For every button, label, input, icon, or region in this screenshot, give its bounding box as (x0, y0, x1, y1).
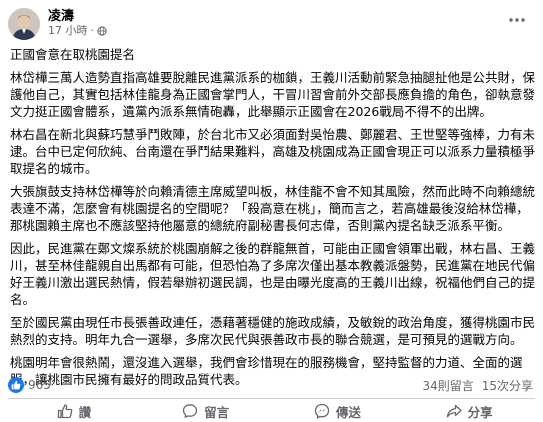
avatar[interactable] (8, 8, 40, 40)
share-count[interactable]: 15次分享 (482, 377, 533, 394)
comment-icon (182, 404, 198, 418)
post-header: 凌濤 17 小時 · (8, 0, 535, 45)
actions-divider (8, 398, 535, 399)
separator-dot: · (90, 24, 95, 38)
comment-count[interactable]: 34則留言 (422, 377, 473, 394)
reaction-stats: 965 34則留言 15次分享 (8, 375, 533, 395)
author-name[interactable]: 凌濤 (48, 9, 107, 25)
send-label: 傳送 (335, 404, 361, 420)
globe-icon (97, 26, 107, 37)
engagement-counts: 34則留言 15次分享 (422, 377, 533, 394)
avatar-portrait (8, 8, 40, 40)
post-paragraph: 林右昌在新北與蘇巧慧爭鬥敗陣，於台北市又必須面對吳怡農、鄭麗君、王世堅等強棒，力… (10, 127, 536, 176)
send-button[interactable]: 傳送 (272, 400, 404, 422)
thumbs-up-icon (57, 404, 72, 419)
comment-button[interactable]: 留言 (140, 400, 272, 422)
more-options-button[interactable] (505, 10, 529, 30)
share-arrow-icon (446, 404, 462, 418)
messenger-icon (314, 403, 330, 419)
thumbs-up-icon (11, 380, 21, 390)
post-actions: 讚 留言 傳送 分享 (8, 400, 535, 422)
like-reaction-icon[interactable] (8, 377, 24, 393)
reaction-count[interactable]: 965 (28, 378, 51, 392)
post-paragraph: 至於國民黨由現任市長張善政連任，憑藉著穩健的施政成績，及敏銳的政治角度，獲得桃園… (10, 315, 536, 347)
comment-label: 留言 (204, 404, 230, 420)
facebook-post: 凌濤 17 小時 · 正國會意在取桃園提名 林岱樺三萬人造勢直指高雄要脫離民進黨… (0, 0, 543, 422)
like-label: 讚 (78, 404, 92, 420)
post-paragraph: 大張旗鼓支持林岱樺等於向賴清德主席威望叫板，林佳龍不會不知其風險，然而此時不向賴… (10, 184, 536, 233)
post-paragraph: 因此，民進黨在鄭文燦系統於桃園崩解之後的群龍無首，可能由正國會領軍出戰，林右昌、… (10, 241, 536, 307)
author-block: 凌濤 17 小時 · (48, 9, 107, 38)
like-button[interactable]: 讚 (8, 400, 140, 422)
post-paragraph: 林岱樺三萬人造勢直指高雄要脫離民進黨派系的枷鎖，王義川活動前緊急抽腿扯他是公共財… (10, 70, 536, 119)
post-content: 正國會意在取桃園提名 林岱樺三萬人造勢直指高雄要脫離民進黨派系的枷鎖，王義川活動… (8, 46, 535, 388)
more-horizontal-icon (509, 18, 525, 22)
share-label: 分享 (467, 404, 493, 420)
post-meta: 17 小時 · (48, 24, 107, 38)
share-button[interactable]: 分享 (403, 400, 535, 422)
post-paragraph: 正國會意在取桃園提名 (10, 47, 136, 62)
post-time[interactable]: 17 小時 (48, 24, 88, 38)
